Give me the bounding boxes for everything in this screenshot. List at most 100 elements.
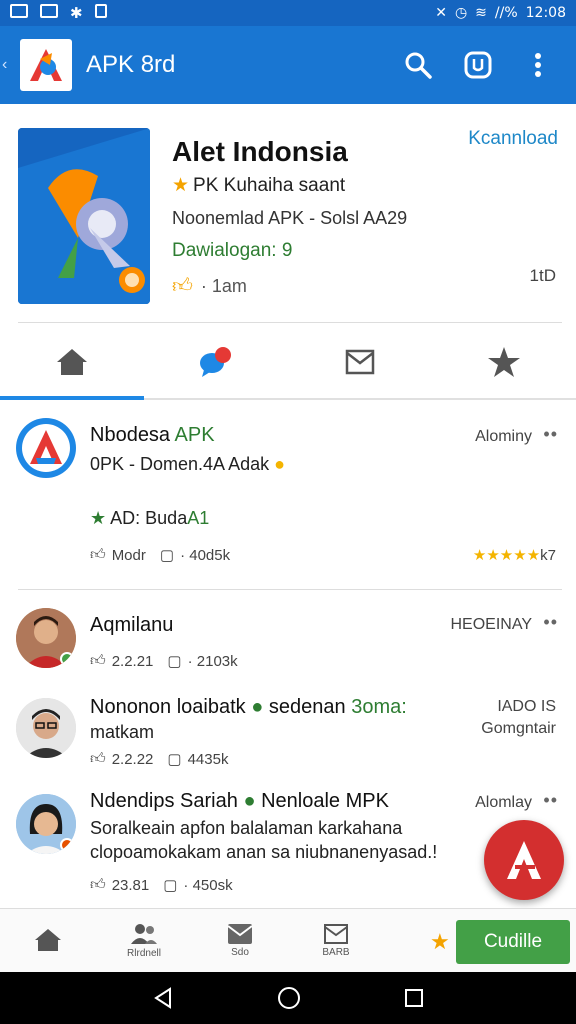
divider — [18, 589, 562, 590]
comment-icon: ▢ — [167, 751, 182, 768]
avatar[interactable] — [16, 794, 76, 854]
post-stats: 👍︎ 23.81 ▢ · 450sk — [90, 876, 233, 894]
more-horizontal-icon[interactable]: •• — [543, 612, 558, 633]
online-status-icon — [60, 838, 74, 852]
tab-mail[interactable] — [288, 326, 432, 398]
notification-icons: ✱ — [10, 4, 107, 22]
app-bar-title: APK 8rd — [86, 51, 176, 78]
divider — [18, 322, 562, 323]
online-status-icon — [60, 652, 74, 666]
tab-favorites[interactable] — [432, 326, 576, 398]
avatar[interactable] — [16, 698, 76, 758]
tab-home[interactable] — [0, 326, 144, 400]
post-author[interactable]: Nononon loaibatk ● sedenan 3oma: — [90, 696, 407, 719]
post-author[interactable]: Ndendips Sariah ● Nenloale MPK — [90, 790, 389, 813]
star-icon — [488, 347, 520, 377]
app-title: Alet Indonsia — [172, 136, 348, 167]
fab-app-button[interactable] — [484, 820, 564, 900]
comment-stat[interactable]: ▢ 4435k — [167, 750, 228, 769]
header-number: 1tD — [529, 266, 556, 285]
image-icon — [40, 4, 58, 18]
post-text: Soralkeain apfon balalaman karkahana clo… — [90, 818, 438, 862]
nav-home[interactable] — [0, 927, 96, 955]
avatar[interactable] — [16, 418, 76, 478]
tab-chat[interactable] — [144, 326, 288, 398]
clock: 12:08 — [525, 5, 566, 21]
post-author[interactable]: Nbodesa APK — [90, 424, 215, 447]
nav-inbox[interactable]: BARB — [288, 923, 384, 958]
more-horizontal-icon[interactable]: •• — [543, 790, 558, 811]
post-stats: 👍︎ Modr ▢ · 40d5k — [90, 546, 230, 564]
inbox-icon — [324, 924, 348, 944]
post-text: matkam — [90, 722, 155, 742]
more-vertical-icon[interactable] — [522, 49, 554, 81]
like-stat[interactable]: 👍︎ 2.2.22 — [90, 750, 153, 768]
chat-icon — [200, 347, 231, 377]
cta-button[interactable]: Cudille — [456, 920, 570, 964]
nav-messages[interactable]: Sdo — [192, 923, 288, 958]
emoji-icon: ● — [274, 454, 285, 474]
star-icon: ★ — [430, 929, 450, 954]
post-badge: ★ AD: BudaA1 — [90, 508, 210, 528]
thumbs-up-icon: 👍︎ — [90, 876, 106, 893]
post-subtitle: 0PK - Domen.4A Adak ● — [90, 454, 285, 474]
sim-icon — [94, 4, 107, 18]
feed-post[interactable]: Nbodesa APK Alominy •• 0PK - Domen.4A Ad… — [0, 402, 576, 590]
chat-bubble-icon: ● — [243, 790, 256, 812]
app-bar: ‹ APK 8rd — [0, 26, 576, 104]
comment-icon: ▢ — [163, 877, 178, 894]
nav-friends[interactable]: Rlrdnell — [96, 922, 192, 959]
pinwheel-icon: ✱ — [70, 5, 83, 22]
mail-icon — [345, 349, 375, 375]
like-stat[interactable]: 👍︎ Modr — [90, 546, 146, 564]
recents-icon[interactable] — [404, 988, 424, 1008]
comment-stat[interactable]: ▢ · 450sk — [163, 876, 232, 895]
comment-stat[interactable]: ▢ · 40d5k — [159, 546, 230, 565]
system-nav — [0, 972, 576, 1024]
app-logo-icon — [507, 841, 541, 879]
app-header-card: Alet Indonsia Kcannload ★ PK Kuhaiha saan… — [0, 104, 576, 324]
back-arrow-icon[interactable]: ‹ — [2, 56, 16, 74]
rating: ★★★★★k7 — [472, 547, 556, 564]
thumbs-up-icon: 👍︎ — [90, 546, 106, 563]
search-icon[interactable] — [402, 49, 434, 81]
post-meta: Alominy — [475, 428, 532, 445]
message-icon — [227, 924, 253, 944]
thumbs-up-icon[interactable]: 👍︎ — [172, 274, 193, 298]
app-icon-large[interactable] — [18, 128, 150, 304]
system-status: ✕ ◷ ≋ //% 12:08 — [435, 5, 566, 21]
post-author[interactable]: Aqmilanu — [90, 614, 173, 637]
more-horizontal-icon[interactable]: •• — [543, 424, 558, 445]
like-stat[interactable]: 👍︎ 2.2.21 — [90, 652, 153, 670]
post-stats: 👍︎ 2.2.21 ▢ · 2103k — [90, 652, 238, 670]
download-count: Dawialogan: 9 — [172, 240, 293, 261]
feed-post[interactable]: Nononon loaibatk ● sedenan 3oma: matkam … — [0, 684, 576, 784]
star-icon: ★ — [172, 175, 190, 196]
post-meta: IADO IS Gomgntair — [481, 698, 556, 737]
rating-stars-icon: ★★★★★ — [472, 547, 541, 564]
like-stat[interactable]: 👍︎ 23.81 — [90, 876, 149, 894]
chat-bubble-icon: ● — [251, 696, 264, 718]
home-icon — [35, 928, 61, 951]
developer-name: PK Kuhaiha saant — [193, 175, 346, 196]
mute-icon: ✕ — [435, 5, 447, 21]
back-icon[interactable] — [152, 987, 174, 1009]
post-meta: HEOEINAY — [450, 616, 533, 633]
post-stats: 👍︎ 2.2.22 ▢ 4435k — [90, 750, 228, 768]
avatar[interactable] — [16, 608, 76, 668]
star-icon: ★ — [90, 508, 107, 528]
home-button-icon[interactable] — [277, 986, 301, 1010]
download-icon[interactable] — [462, 49, 494, 81]
like-count: · 1am — [200, 275, 247, 296]
tab-bar — [0, 326, 576, 400]
download-link[interactable]: Kcannload — [468, 128, 558, 150]
feed-post[interactable]: Aqmilanu HEOEINAY •• 👍︎ 2.2.21 ▢ · 2103k — [0, 594, 576, 684]
like-row: 👍︎ · 1am — [172, 274, 247, 298]
alarm-icon: ◷ — [454, 5, 468, 21]
app-logo — [20, 39, 72, 91]
wifi-icon: ≋ — [475, 5, 487, 21]
comment-icon: ▢ — [159, 547, 175, 564]
comment-stat[interactable]: ▢ · 2103k — [167, 652, 237, 671]
people-icon — [131, 924, 157, 944]
developer-row: ★ PK Kuhaiha saant — [172, 174, 345, 197]
